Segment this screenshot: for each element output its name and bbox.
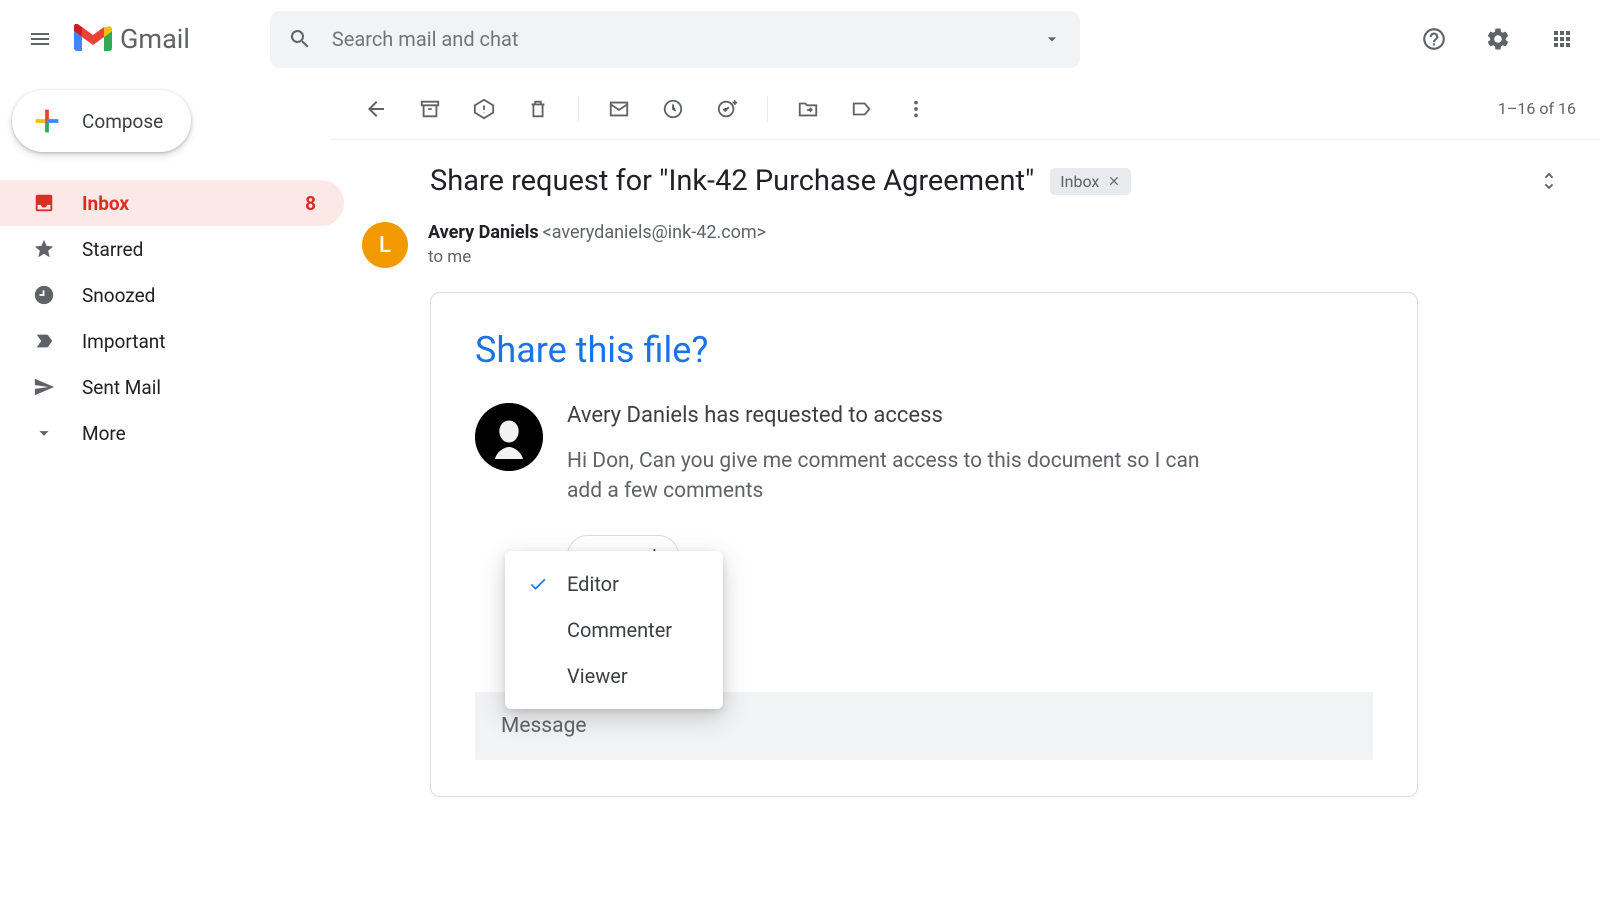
unfold-icon (1538, 170, 1560, 192)
label-chip-text: Inbox (1060, 172, 1099, 191)
main-pane: 1–16 of 16 Share request for "Ink-42 Pur… (330, 78, 1600, 900)
access-level-dropdown: Editor Commenter Viewer (505, 551, 723, 709)
star-icon (32, 238, 56, 260)
sender-name: Avery Daniels (428, 222, 539, 243)
hamburger-icon (28, 27, 52, 51)
sidebar-item-important[interactable]: Important (0, 318, 344, 364)
search-options-button[interactable] (1042, 29, 1062, 49)
label-icon (851, 98, 873, 120)
compose-button[interactable]: Compose (12, 90, 191, 152)
check-icon (527, 574, 549, 594)
expand-all-button[interactable] (1538, 170, 1560, 192)
sidebar-item-label: Starred (82, 238, 143, 261)
sidebar-item-more[interactable]: More (0, 410, 344, 456)
dropdown-option-label: Editor (567, 572, 619, 596)
inbox-icon (32, 192, 56, 214)
sidebar-item-label: Important (82, 330, 166, 353)
sender-row: L Avery Daniels <averydaniels@ink-42.com… (362, 222, 1560, 268)
header-actions (1412, 17, 1584, 61)
gear-icon (1485, 26, 1511, 52)
move-to-button[interactable] (786, 87, 830, 131)
pager-text: 1–16 of 16 (1498, 99, 1576, 118)
dropdown-option-label: Commenter (567, 618, 672, 642)
message-placeholder: Message (501, 714, 587, 738)
share-card-title: Share this file? (475, 329, 1373, 371)
snooze-button[interactable] (651, 87, 695, 131)
toolbar-separator (578, 96, 579, 122)
back-button[interactable] (354, 87, 398, 131)
close-icon (1107, 174, 1121, 188)
archive-icon (419, 98, 441, 120)
archive-button[interactable] (408, 87, 452, 131)
add-task-icon (716, 98, 738, 120)
more-vert-icon (905, 98, 927, 120)
sidebar: Compose Inbox 8 Starred Snoozed Importan… (0, 78, 330, 900)
sidebar-item-snoozed[interactable]: Snoozed (0, 272, 344, 318)
caret-down-icon (1042, 29, 1062, 49)
more-actions-button[interactable] (894, 87, 938, 131)
request-message: Hi Don, Can you give me comment access t… (567, 446, 1227, 507)
sidebar-item-inbox[interactable]: Inbox 8 (0, 180, 344, 226)
email-subject: Share request for "Ink-42 Purchase Agree… (430, 164, 1034, 198)
requester-avatar (475, 403, 543, 471)
sidebar-item-sent[interactable]: Sent Mail (0, 364, 344, 410)
mail-icon (608, 98, 630, 120)
support-button[interactable] (1412, 17, 1456, 61)
sidebar-item-label: Sent Mail (82, 376, 161, 399)
chevron-down-icon (32, 422, 56, 444)
request-headline: Avery Daniels has requested to access (567, 403, 1227, 428)
sidebar-item-label: More (82, 422, 126, 445)
dropdown-option-commenter[interactable]: Commenter (505, 607, 723, 653)
sender-avatar[interactable]: L (362, 222, 408, 268)
move-folder-icon (797, 98, 819, 120)
email-toolbar: 1–16 of 16 (330, 78, 1600, 140)
dropdown-option-editor[interactable]: Editor (505, 561, 723, 607)
recipient-line[interactable]: to me (428, 247, 766, 267)
share-request-card: Share this file? Avery Daniels has reque… (430, 292, 1418, 797)
send-icon (32, 376, 56, 398)
report-spam-icon (473, 98, 495, 120)
plus-icon (30, 104, 64, 138)
mark-unread-button[interactable] (597, 87, 641, 131)
compose-label: Compose (82, 110, 163, 133)
sidebar-item-label: Snoozed (82, 284, 155, 307)
dropdown-option-label: Viewer (567, 664, 628, 688)
spam-button[interactable] (462, 87, 506, 131)
subject-row: Share request for "Ink-42 Purchase Agree… (362, 164, 1560, 198)
arrow-left-icon (364, 97, 388, 121)
search-input[interactable] (332, 27, 1042, 51)
trash-icon (527, 98, 549, 120)
inbox-count: 8 (305, 192, 316, 215)
clock-icon (32, 284, 56, 306)
sidebar-item-starred[interactable]: Starred (0, 226, 344, 272)
help-icon (1421, 26, 1447, 52)
main-menu-button[interactable] (16, 15, 64, 63)
sender-email: <averydaniels@ink-42.com> (543, 222, 767, 243)
email-content: Share request for "Ink-42 Purchase Agree… (330, 140, 1600, 900)
important-icon (32, 330, 56, 352)
labels-button[interactable] (840, 87, 884, 131)
search-bar[interactable] (270, 11, 1080, 68)
search-icon (288, 27, 312, 51)
app-header: Gmail (0, 0, 1600, 78)
apps-button[interactable] (1540, 17, 1584, 61)
sidebar-item-label: Inbox (82, 192, 129, 215)
app-logo[interactable]: Gmail (74, 23, 190, 55)
toolbar-separator (767, 96, 768, 122)
dropdown-option-viewer[interactable]: Viewer (505, 653, 723, 699)
app-name-text: Gmail (120, 23, 190, 55)
label-chip-inbox[interactable]: Inbox (1050, 168, 1131, 195)
delete-button[interactable] (516, 87, 560, 131)
gmail-logo-icon (74, 24, 112, 54)
settings-button[interactable] (1476, 17, 1520, 61)
clock-icon (662, 98, 684, 120)
add-to-tasks-button[interactable] (705, 87, 749, 131)
apps-grid-icon (1550, 27, 1574, 51)
